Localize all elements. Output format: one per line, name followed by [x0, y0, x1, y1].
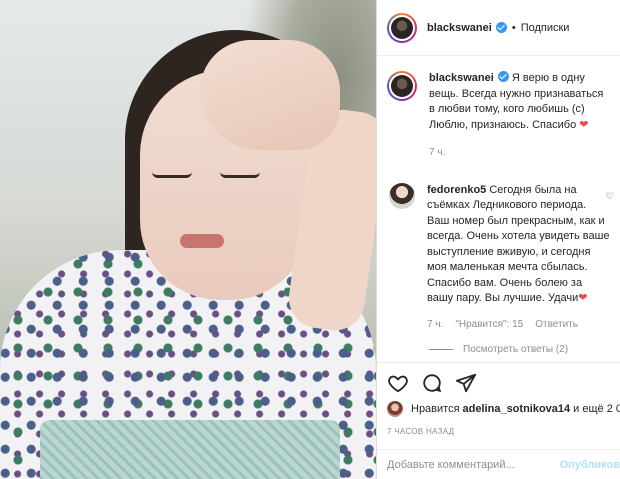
heart-icon[interactable]: [387, 372, 409, 394]
post-photo[interactable]: [0, 0, 376, 479]
comment-username[interactable]: fedorenko5: [427, 184, 486, 196]
comment-body: fedorenko5 Сегодня была на съёмках Ледни…: [427, 183, 610, 333]
post-header: blackswanei • Подписки: [377, 0, 620, 56]
caption-body: blackswanei Я верю в одну вещь. Всегда н…: [429, 71, 610, 161]
comment-item: fedorenko5 Сегодня была на съёмках Ледни…: [377, 161, 620, 333]
liker-avatar[interactable]: [387, 401, 403, 417]
comment-time[interactable]: 7 ч.: [427, 317, 443, 333]
photo-table: [40, 420, 340, 479]
instagram-post: blackswanei • Подписки blackswanei Я вер…: [0, 0, 620, 479]
share-icon[interactable]: [455, 372, 477, 394]
replies-line: [429, 349, 453, 350]
photo-hand: [200, 40, 340, 150]
heart-emoji: ❤: [578, 292, 588, 304]
caption-time[interactable]: 7 ч.: [429, 145, 610, 161]
view-replies-label: Посмотреть ответы (2): [463, 344, 569, 355]
action-bar: [377, 362, 620, 402]
following-button[interactable]: Подписки: [521, 22, 570, 34]
comment-avatar[interactable]: [389, 182, 415, 209]
comment-like-icon[interactable]: ♡: [606, 191, 614, 202]
comment-input[interactable]: [387, 458, 537, 471]
likes-summary: Нравится adelina_sotnikova14 и ещё 2 0: [387, 401, 620, 417]
comment-icon[interactable]: [421, 372, 443, 394]
heart-emoji: ❤: [579, 118, 589, 131]
author-username[interactable]: blackswanei: [427, 22, 492, 34]
add-comment-bar: Опубликова: [377, 449, 620, 479]
author-avatar[interactable]: [387, 12, 417, 43]
comment-meta: 7 ч. "Нравится": 15 Ответить: [427, 317, 610, 333]
liker-username[interactable]: adelina_sotnikova14: [463, 403, 571, 415]
post-caption: blackswanei Я верю в одну вещь. Всегда н…: [377, 57, 620, 161]
post-timestamp[interactable]: 7 ЧАСОВ НАЗАД: [387, 427, 454, 436]
header-dot: •: [511, 21, 516, 34]
caption-username[interactable]: blackswanei: [429, 72, 494, 84]
comments-list[interactable]: blackswanei Я верю в одну вещь. Всегда н…: [377, 57, 620, 362]
view-replies-button[interactable]: Посмотреть ответы (2): [429, 344, 620, 355]
photo-lips: [180, 234, 224, 248]
verified-badge-icon: [495, 22, 507, 33]
photo-eye-right: [220, 172, 260, 178]
photo-eye-left: [152, 172, 192, 178]
comment-likes[interactable]: "Нравится": 15: [455, 317, 523, 333]
caption-avatar[interactable]: [387, 71, 417, 101]
comment-text: Сегодня была на съёмках Ледникового пери…: [427, 183, 610, 305]
likes-prefix: Нравится: [411, 403, 460, 415]
post-sidebar: blackswanei • Подписки blackswanei Я вер…: [377, 0, 620, 479]
likes-suffix[interactable]: и ещё 2 0: [573, 403, 620, 415]
reply-button[interactable]: Ответить: [535, 317, 578, 333]
verified-badge-icon: [497, 71, 509, 82]
publish-button[interactable]: Опубликова: [560, 459, 620, 471]
